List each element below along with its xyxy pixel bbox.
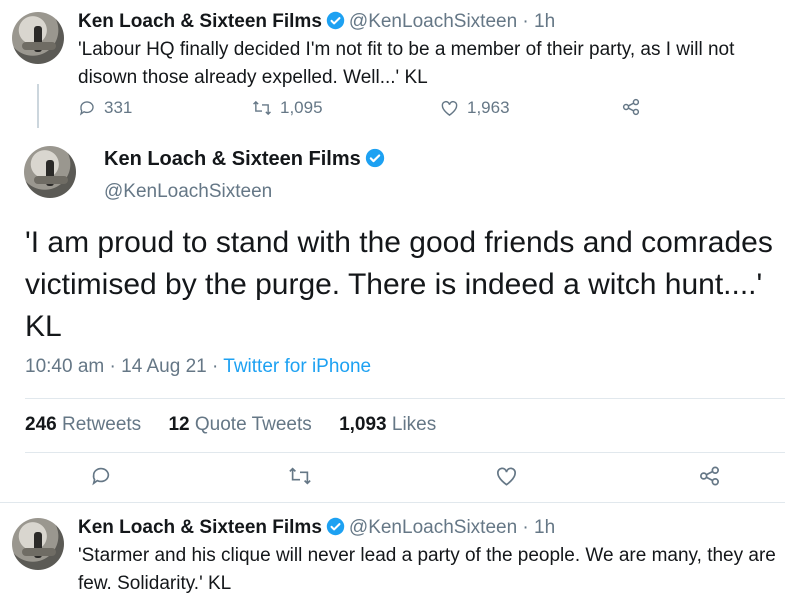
tweet-header: Ken Loach & Sixteen Films @KenLoachSixtee… [78,10,555,37]
retweet-count: 1,095 [280,98,323,117]
divider [25,398,785,399]
share-button[interactable] [621,98,641,116]
reply-icon[interactable] [90,465,112,492]
tweet-header: Ken Loach & Sixteen Films @KenLoachSixtee… [78,516,555,543]
like-button[interactable]: 1,963 [440,98,510,118]
tweet-text: 'Starmer and his clique will never lead … [78,545,776,594]
tweet-timestamp: 10:40 am · 14 Aug 21 · Twitter for iPhon… [25,356,372,377]
retweets-count: 246 [25,414,57,435]
like-icon [440,99,459,117]
tweet-text: 'Labour HQ finally decided I'm not fit t… [78,39,735,88]
quotes-count: 12 [168,414,190,435]
engagement-counts: 246 Retweets 12 Quote Tweets 1,093 Likes [25,414,458,436]
handle[interactable]: @KenLoachSixteen [104,181,272,203]
display-name[interactable]: Ken Loach & Sixteen Films [78,517,322,538]
likes-label: Likes [391,414,437,435]
verified-badge-icon [326,11,345,37]
avatar[interactable] [12,518,64,570]
handle[interactable]: @KenLoachSixteen [349,11,517,32]
reply-button[interactable]: 331 [78,98,132,118]
date[interactable]: 14 Aug 21 [121,356,207,377]
main-tweet-actions [0,465,785,495]
reply-count: 331 [104,98,133,117]
display-name[interactable]: Ken Loach & Sixteen Films [104,148,389,174]
retweet-icon [252,99,272,117]
retweet-icon[interactable] [288,465,312,492]
time[interactable]: 10:40 am [25,356,104,377]
timestamp[interactable]: 1h [534,11,555,32]
share-icon [621,98,641,116]
quotes-label: Quote Tweets [194,414,312,435]
source-link[interactable]: Twitter for iPhone [223,356,371,377]
retweet-button[interactable]: 1,095 [252,98,323,118]
retweets-label: Retweets [61,414,142,435]
thread-connector [37,84,39,128]
likes-stat[interactable]: 1,093 Likes [339,414,436,435]
likes-count: 1,093 [339,414,387,435]
like-icon[interactable] [495,465,518,492]
divider [0,502,785,503]
avatar[interactable] [12,12,64,64]
like-count: 1,963 [467,98,510,117]
quote-tweets-stat[interactable]: 12 Quote Tweets [168,414,311,435]
timestamp[interactable]: 1h [534,517,555,538]
divider [25,452,785,453]
share-icon[interactable] [698,465,721,492]
reply-icon [78,99,96,117]
verified-badge-icon [365,148,385,174]
avatar[interactable] [24,146,76,198]
verified-badge-icon [326,517,345,543]
display-name-text: Ken Loach & Sixteen Films [104,148,361,170]
display-name[interactable]: Ken Loach & Sixteen Films [78,11,322,32]
tweet-text: 'I am proud to stand with the good frien… [25,226,773,343]
handle[interactable]: @KenLoachSixteen [349,517,517,538]
retweets-stat[interactable]: 246 Retweets [25,414,141,435]
